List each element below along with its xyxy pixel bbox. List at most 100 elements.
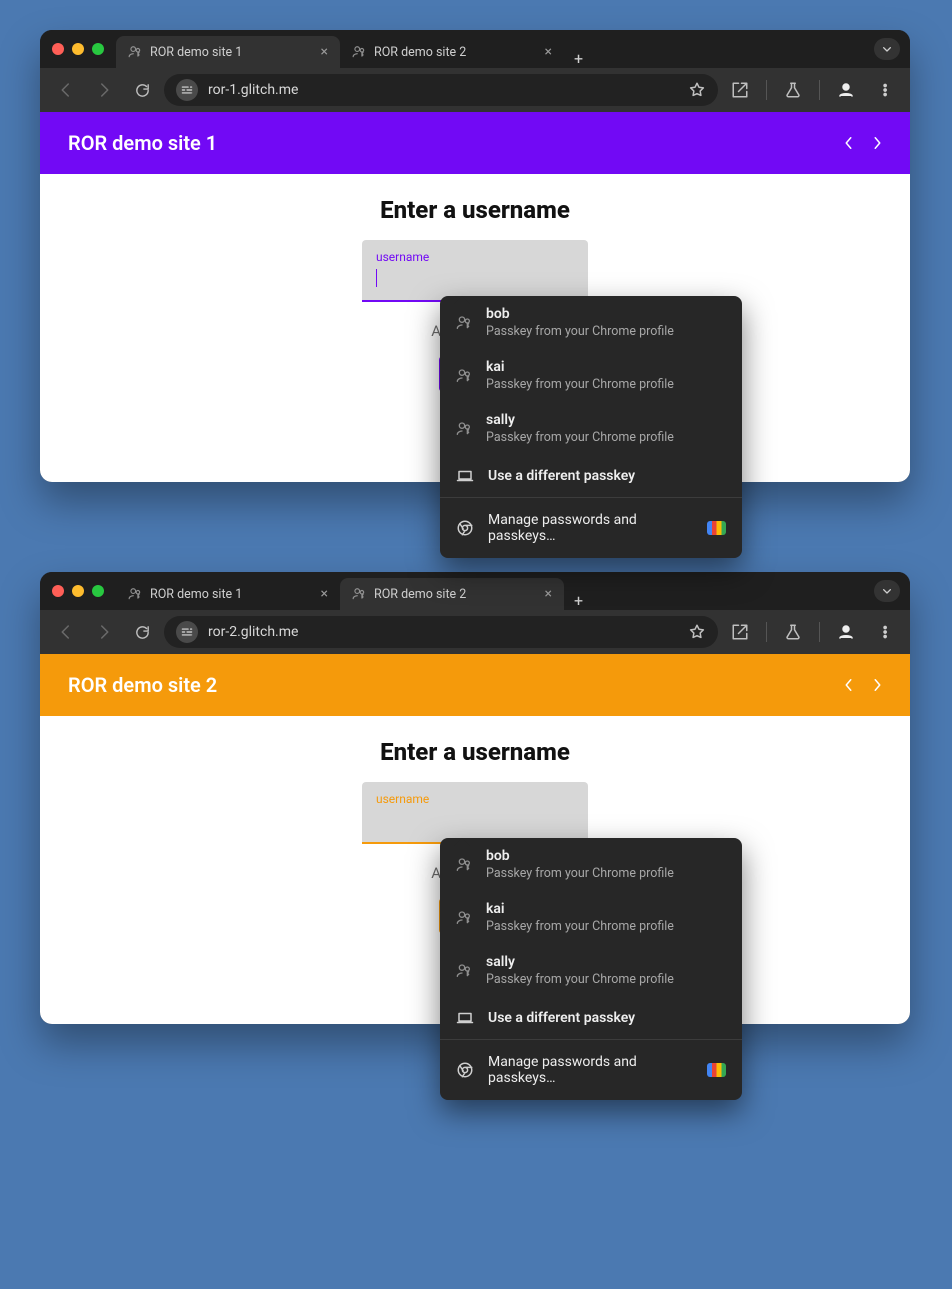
tab-title: ROR demo site 2 (374, 587, 466, 602)
separator (819, 622, 820, 642)
overflow-menu-button[interactable] (868, 616, 900, 648)
passkey-suggestion[interactable]: sally Passkey from your Chrome profile (440, 944, 742, 997)
username-label: username (376, 792, 429, 806)
chrome-icon (456, 1061, 474, 1079)
passkey-name: kai (486, 359, 674, 375)
overflow-menu-button[interactable] (868, 74, 900, 106)
use-different-label: Use a different passkey (488, 468, 635, 484)
manage-passwords[interactable]: Manage passwords and passkeys… (440, 497, 742, 558)
bookmark-star-icon[interactable] (688, 623, 706, 641)
tab-close-button[interactable]: × (321, 586, 328, 602)
tab-overflow-button[interactable] (874, 38, 900, 60)
labs-button[interactable] (777, 74, 809, 106)
tab-title: ROR demo site 2 (374, 45, 466, 60)
manage-passwords-label: Manage passwords and passkeys… (488, 1054, 693, 1086)
view-source-button[interactable] (844, 676, 882, 694)
window-close-button[interactable] (52, 585, 64, 597)
use-different-passkey[interactable]: Use a different passkey (440, 455, 742, 497)
window-minimize-button[interactable] (72, 43, 84, 55)
tab-title: ROR demo site 1 (150, 45, 242, 60)
passkey-icon (456, 963, 472, 979)
passkey-suggestion[interactable]: kai Passkey from your Chrome profile (440, 349, 742, 402)
extensions-button[interactable] (724, 74, 756, 106)
site-info-icon[interactable] (176, 621, 198, 643)
passkey-name: sally (486, 954, 674, 970)
view-source-button[interactable] (844, 134, 882, 152)
use-different-passkey[interactable]: Use a different passkey (440, 997, 742, 1039)
window-zoom-button[interactable] (92, 43, 104, 55)
passkey-icon (456, 368, 472, 384)
app-title: ROR demo site 2 (68, 673, 217, 697)
tab-favicon-icon (128, 587, 142, 601)
new-tab-button[interactable]: + (564, 49, 593, 68)
use-different-label: Use a different passkey (488, 1010, 635, 1026)
app-title: ROR demo site 1 (68, 131, 217, 155)
window-minimize-button[interactable] (72, 585, 84, 597)
profile-button[interactable] (830, 74, 862, 106)
labs-button[interactable] (777, 616, 809, 648)
passkey-suggestion[interactable]: sally Passkey from your Chrome profile (440, 402, 742, 455)
passkey-autofill-popup: bob Passkey from your Chrome profile kai… (440, 296, 742, 558)
text-caret (376, 269, 377, 287)
browser-toolbar: ror-2.glitch.me (40, 610, 910, 654)
address-bar[interactable]: ror-2.glitch.me (164, 616, 718, 648)
tab-title: ROR demo site 1 (150, 587, 242, 602)
passkey-source: Passkey from your Chrome profile (486, 972, 674, 987)
site-info-icon[interactable] (176, 79, 198, 101)
username-field[interactable]: username bob Passkey from your Chrome pr… (362, 782, 588, 844)
browser-tab[interactable]: ROR demo site 2 × (340, 578, 564, 610)
passkey-source: Passkey from your Chrome profile (486, 919, 674, 934)
passkey-name: bob (486, 306, 674, 322)
tab-close-button[interactable]: × (545, 586, 552, 602)
passkey-icon (456, 857, 472, 873)
page-heading: Enter a username (40, 196, 910, 224)
passkey-source: Passkey from your Chrome profile (486, 324, 674, 339)
passkey-suggestion[interactable]: kai Passkey from your Chrome profile (440, 891, 742, 944)
passkey-name: sally (486, 412, 674, 428)
separator (819, 80, 820, 100)
app-banner: ROR demo site 2 (40, 654, 910, 716)
url-text: ror-2.glitch.me (208, 624, 298, 640)
separator (766, 622, 767, 642)
passkey-source: Passkey from your Chrome profile (486, 377, 674, 392)
browser-tab[interactable]: ROR demo site 1 × (116, 578, 340, 610)
nav-forward-button[interactable] (88, 74, 120, 106)
browser-toolbar: ror-1.glitch.me (40, 68, 910, 112)
nav-back-button[interactable] (50, 74, 82, 106)
laptop-icon (456, 467, 474, 485)
extensions-button[interactable] (724, 616, 756, 648)
window-zoom-button[interactable] (92, 585, 104, 597)
profile-button[interactable] (830, 616, 862, 648)
titlebar: ROR demo site 1 × ROR demo site 2 × + (40, 30, 910, 68)
browser-window: ROR demo site 1 × ROR demo site 2 × + ro… (40, 572, 910, 1024)
nav-forward-button[interactable] (88, 616, 120, 648)
chrome-icon (456, 519, 474, 537)
address-bar[interactable]: ror-1.glitch.me (164, 74, 718, 106)
window-close-button[interactable] (52, 43, 64, 55)
tab-close-button[interactable]: × (545, 44, 552, 60)
passkey-source: Passkey from your Chrome profile (486, 430, 674, 445)
nav-back-button[interactable] (50, 616, 82, 648)
reload-button[interactable] (126, 74, 158, 106)
passkey-autofill-popup: bob Passkey from your Chrome profile kai… (440, 838, 742, 1100)
url-text: ror-1.glitch.me (208, 82, 298, 98)
titlebar: ROR demo site 1 × ROR demo site 2 × + (40, 572, 910, 610)
manage-passwords[interactable]: Manage passwords and passkeys… (440, 1039, 742, 1100)
passkey-suggestion[interactable]: bob Passkey from your Chrome profile (440, 296, 742, 349)
tab-overflow-button[interactable] (874, 580, 900, 602)
browser-window: ROR demo site 1 × ROR demo site 2 × + ro… (40, 30, 910, 482)
passkey-icon (456, 315, 472, 331)
separator (766, 80, 767, 100)
passkey-suggestion[interactable]: bob Passkey from your Chrome profile (440, 838, 742, 891)
new-tab-button[interactable]: + (564, 591, 593, 610)
passkey-name: bob (486, 848, 674, 864)
bookmark-star-icon[interactable] (688, 81, 706, 99)
browser-tab[interactable]: ROR demo site 2 × (340, 36, 564, 68)
username-field[interactable]: username bob Passkey from your Chrome pr… (362, 240, 588, 302)
username-label: username (376, 250, 429, 264)
passkey-name: kai (486, 901, 674, 917)
page-content: ROR demo site 1 Enter a username usernam… (40, 112, 910, 482)
tab-close-button[interactable]: × (321, 44, 328, 60)
reload-button[interactable] (126, 616, 158, 648)
browser-tab[interactable]: ROR demo site 1 × (116, 36, 340, 68)
